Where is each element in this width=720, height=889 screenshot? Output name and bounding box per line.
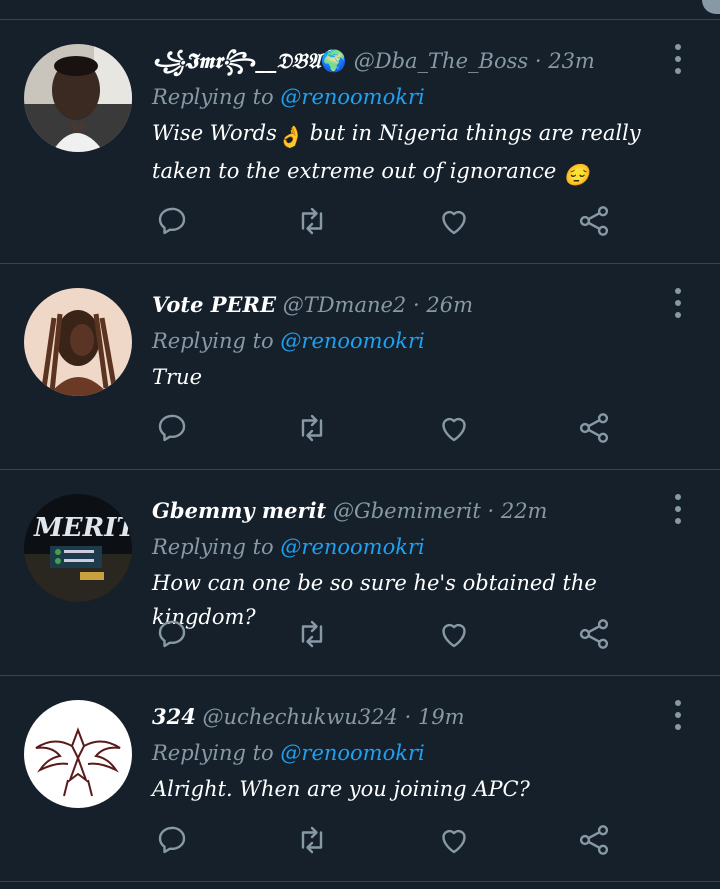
like-icon[interactable] [436, 203, 476, 243]
display-name[interactable]: Gbemmy merit [152, 498, 326, 523]
tweet-actions [152, 203, 622, 243]
handle[interactable]: @uchechukwu324 [203, 705, 398, 729]
reply-icon[interactable] [154, 203, 194, 243]
timestamp[interactable]: 26m [426, 293, 473, 317]
timestamp[interactable]: 22m [501, 499, 548, 523]
handle[interactable]: @Dba_The_Boss [354, 49, 528, 73]
tweet-header: 324 @uchechukwu324 · 19m [152, 702, 656, 732]
tweet-actions [152, 822, 622, 862]
tweet-text-part1: Wise Words [152, 121, 277, 145]
avatar[interactable]: MERIT [24, 494, 132, 602]
mention-link[interactable]: @renoomokri [280, 535, 424, 559]
avatar[interactable] [24, 700, 132, 808]
tweet-header: ꧁𝕴𝖒𝖗꧂__𝔇𝔅𝔄🌍 @Dba_The_Boss · 23m [152, 46, 656, 76]
retweet-icon[interactable] [294, 616, 334, 656]
reply-icon[interactable] [154, 410, 194, 450]
tweet-content: Vote PERE @TDmane2 · 26m Replying to @re… [152, 290, 656, 394]
avatar[interactable] [24, 44, 132, 152]
reply-icon[interactable] [154, 616, 194, 656]
replying-to: Replying to @renoomokri [152, 738, 656, 768]
separator-dot: · [487, 499, 495, 523]
timestamp[interactable]: 19m [418, 705, 465, 729]
separator-dot: · [534, 49, 542, 73]
separator-dot: · [404, 705, 412, 729]
tweet-actions [152, 410, 622, 450]
reply-icon[interactable] [154, 822, 194, 862]
tweet-3[interactable]: MERIT Gbemmy merit @Gbemimerit · 22m Rep… [0, 470, 720, 676]
display-name[interactable]: ꧁𝕴𝖒𝖗꧂__𝔇𝔅𝔄 [152, 48, 321, 73]
share-icon[interactable] [576, 822, 616, 862]
retweet-icon[interactable] [294, 410, 334, 450]
handle[interactable]: @Gbemimerit [333, 499, 481, 523]
avatar-logo-text: MERIT [33, 513, 132, 543]
replying-label: Replying to [152, 329, 274, 353]
more-options-icon[interactable] [670, 44, 686, 74]
more-options-icon[interactable] [670, 494, 686, 524]
mention-link[interactable]: @renoomokri [280, 741, 424, 765]
like-icon[interactable] [436, 822, 476, 862]
separator-dot: · [412, 293, 420, 317]
replying-to: Replying to @renoomokri [152, 532, 656, 562]
tweet-header: Vote PERE @TDmane2 · 26m [152, 290, 656, 320]
tweet-header: Gbemmy merit @Gbemimerit · 22m [152, 496, 656, 526]
avatar[interactable] [24, 288, 132, 396]
handle[interactable]: @TDmane2 [283, 293, 407, 317]
ok-hand-emoji: 👌 [276, 125, 304, 149]
more-options-icon[interactable] [670, 700, 686, 730]
share-icon[interactable] [576, 203, 616, 243]
replying-label: Replying to [152, 535, 274, 559]
tweet-content: 324 @uchechukwu324 · 19m Replying to @re… [152, 702, 656, 806]
top-corner [702, 0, 720, 14]
mention-link[interactable]: @renoomokri [280, 85, 424, 109]
tweet-text: Wise Words👌 but in Nigeria things are re… [152, 116, 656, 192]
tweet-actions [152, 616, 622, 656]
display-name[interactable]: 324 [152, 704, 196, 729]
share-icon[interactable] [576, 410, 616, 450]
like-icon[interactable] [436, 616, 476, 656]
replying-label: Replying to [152, 85, 274, 109]
tweet-4[interactable]: 324 @uchechukwu324 · 19m Replying to @re… [0, 676, 720, 882]
tweet-content: Gbemmy merit @Gbemimerit · 22m Replying … [152, 496, 656, 634]
tweet-text: Alright. When are you joining APC? [152, 777, 530, 801]
tweet-text: True [152, 365, 202, 389]
timestamp[interactable]: 23m [548, 49, 595, 73]
replying-to: Replying to @renoomokri [152, 82, 656, 112]
pensive-emoji: 😔 [563, 163, 590, 187]
tweet-content: ꧁𝕴𝖒𝖗꧂__𝔇𝔅𝔄🌍 @Dba_The_Boss · 23m Replying… [152, 46, 656, 192]
share-icon[interactable] [576, 616, 616, 656]
more-options-icon[interactable] [670, 288, 686, 318]
like-icon[interactable] [436, 410, 476, 450]
retweet-icon[interactable] [294, 822, 334, 862]
replying-to: Replying to @renoomokri [152, 326, 656, 356]
tweet-2[interactable]: Vote PERE @TDmane2 · 26m Replying to @re… [0, 264, 720, 470]
replying-label: Replying to [152, 741, 274, 765]
retweet-icon[interactable] [294, 203, 334, 243]
globe-emoji: 🌍 [320, 49, 348, 73]
mention-link[interactable]: @renoomokri [280, 329, 424, 353]
tweet-1[interactable]: ꧁𝕴𝖒𝖗꧂__𝔇𝔅𝔄🌍 @Dba_The_Boss · 23m Replying… [0, 20, 720, 264]
display-name[interactable]: Vote PERE [152, 292, 276, 317]
